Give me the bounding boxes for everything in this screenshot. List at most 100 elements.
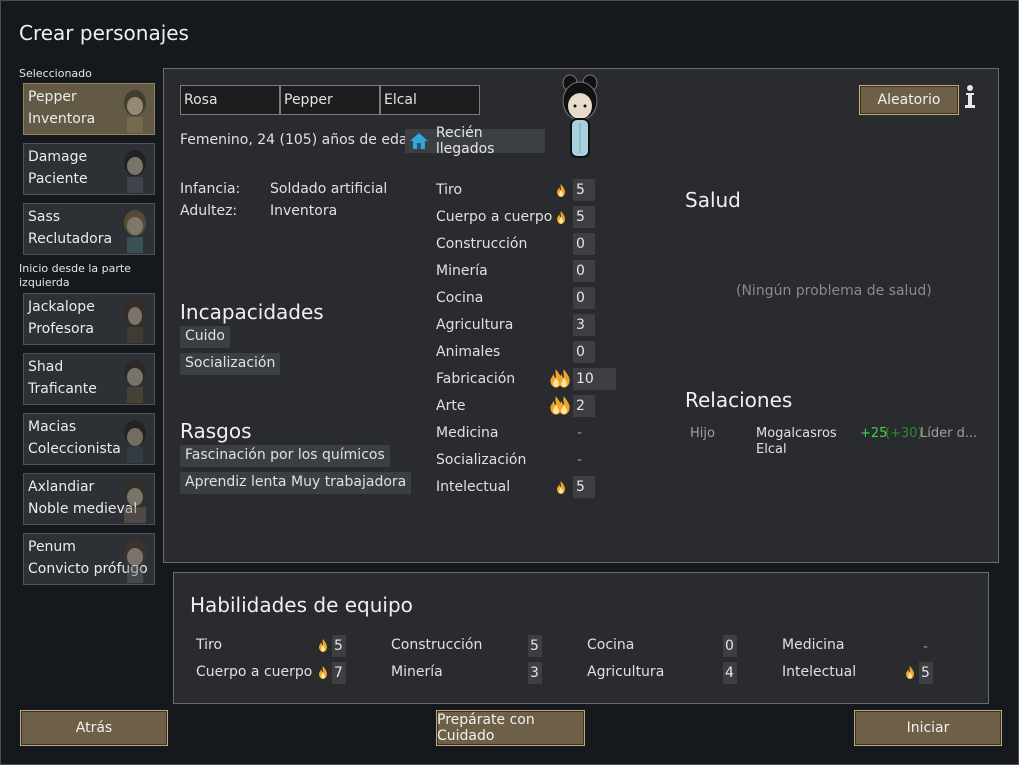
team-skill-value: 5 [528, 635, 542, 657]
info-icon[interactable] [963, 85, 977, 109]
pawn-name: Pepper [28, 89, 77, 105]
trait-tag[interactable]: Muy trabajadora [286, 472, 412, 494]
skill-value[interactable]: 5 [573, 476, 595, 498]
pawn-role: Traficante [28, 381, 97, 397]
skill-value[interactable]: 0 [573, 287, 595, 309]
incapacities-title: Incapacidades [180, 300, 324, 324]
team-skill-name: Tiro [196, 637, 223, 653]
pawn-role: Inventora [28, 111, 96, 127]
faction-button[interactable]: Recién llegados [405, 125, 545, 157]
team-skill-name: Construcción [391, 637, 483, 653]
major-passion-icon [549, 368, 571, 390]
pawn-name: Jackalope [28, 299, 95, 315]
team-skill-value: 4 [723, 662, 737, 684]
minor-passion-icon [556, 480, 566, 495]
skill-name: Socialización [436, 452, 527, 468]
pawn-card-axlandiar[interactable]: Axlandiar Noble medieval [23, 473, 155, 525]
relation-row[interactable]: Hijo Mogalcasros Elcal +25 (+30) Líder d… [685, 425, 985, 461]
pawn-name: Damage [28, 149, 88, 165]
skill-disabled-value: - [577, 452, 583, 468]
skill-value[interactable]: 10 [573, 368, 616, 390]
pawn-portrait-icon [124, 480, 146, 523]
skill-name: Agricultura [436, 317, 514, 333]
team-skill-name: Minería [391, 664, 443, 680]
trait-tag[interactable]: Fascinación por los químicos [180, 445, 390, 467]
pawn-portrait-icon [124, 210, 146, 253]
pawn-card-macias[interactable]: Macias Coleccionista [23, 413, 155, 465]
skill-name: Intelectual [436, 479, 511, 495]
house-icon [409, 133, 428, 149]
team-skill-name: Cocina [587, 637, 635, 653]
relation-name: Mogalcasros Elcal [756, 426, 837, 457]
skill-name: Minería [436, 263, 488, 279]
major-passion-icon [549, 395, 571, 417]
character-panel: Rosa Pepper Elcal Aleatorio Femenino, 24… [163, 68, 999, 563]
pawn-card-shad[interactable]: Shad Traficante [23, 353, 155, 405]
team-skill-value: 3 [528, 662, 542, 684]
pawn-card-damage[interactable]: Damage Paciente [23, 143, 155, 195]
team-skill-value: 5 [919, 662, 933, 684]
pawn-role: Profesora [28, 321, 94, 337]
skill-value[interactable]: 0 [573, 233, 595, 255]
pawn-role: Reclutadora [28, 231, 113, 247]
incapacity-tag[interactable]: Socialización [180, 353, 281, 375]
skill-value[interactable]: 5 [573, 179, 595, 201]
skill-value[interactable]: 3 [573, 314, 595, 336]
pawn-card-jackalope[interactable]: Jackalope Profesora [23, 293, 155, 345]
prepare-carefully-button[interactable]: Prepárate con Cuidado [436, 710, 585, 746]
team-skill-name: Agricultura [587, 664, 665, 680]
character-portrait [562, 74, 598, 158]
minor-passion-icon [318, 665, 328, 680]
team-skills-panel: Habilidades de equipo Tiro 5 Cuerpo a cuer… [173, 572, 989, 704]
team-skill-name: Cuerpo a cuerpo [196, 664, 313, 680]
incapacity-tag[interactable]: Cuido [180, 326, 230, 348]
start-button[interactable]: Iniciar [854, 710, 1002, 746]
skill-value[interactable]: 5 [573, 206, 595, 228]
relations-title: Relaciones [685, 388, 793, 412]
team-skill-value: 5 [332, 635, 346, 657]
relation-type: Hijo [690, 426, 715, 441]
pawn-card-penum[interactable]: Penum Convicto prófugo [23, 533, 155, 585]
skill-disabled-value: - [577, 425, 583, 441]
pawn-name: Penum [28, 539, 76, 555]
skill-value[interactable]: 0 [573, 260, 595, 282]
pawn-portrait-icon [124, 539, 146, 583]
back-button[interactable]: Atrás [20, 710, 168, 746]
create-characters-window: Crear personajes Seleccionado Pepper Inv… [0, 0, 1019, 765]
pawn-role: Coleccionista [28, 441, 121, 457]
randomize-button[interactable]: Aleatorio [859, 85, 959, 115]
minor-passion-icon [556, 210, 566, 225]
pawn-portrait-icon [124, 150, 146, 193]
pawn-portrait-icon [124, 360, 146, 403]
minor-passion-icon [905, 665, 915, 680]
last-name-field[interactable]: Elcal [380, 85, 480, 115]
childhood-value[interactable]: Soldado artificial [270, 181, 387, 197]
team-skill-value: 0 [723, 635, 737, 657]
skill-name: Medicina [436, 425, 499, 441]
pawn-name: Axlandiar [28, 479, 95, 495]
adulthood-value[interactable]: Inventora [270, 203, 337, 219]
pawn-card-sass[interactable]: Sass Reclutadora [23, 203, 155, 255]
skill-value[interactable]: 0 [573, 341, 595, 363]
team-skill-disabled-value: - [923, 639, 929, 655]
nick-name-field[interactable]: Pepper [280, 85, 380, 115]
pawn-name: Sass [28, 209, 61, 225]
trait-tag[interactable]: Aprendiz lenta [180, 472, 292, 494]
skill-name: Construcción [436, 236, 528, 252]
skill-name: Animales [436, 344, 501, 360]
skill-name: Fabricación [436, 371, 516, 387]
skill-name: Cuerpo a cuerpo [436, 209, 553, 225]
skill-name: Cocina [436, 290, 484, 306]
first-name-field[interactable]: Rosa [180, 85, 280, 115]
skill-name: Tiro [436, 182, 463, 198]
relation-opinion: +25 [860, 426, 888, 441]
childhood-label: Infancia: [180, 181, 241, 197]
pawn-portrait-icon [124, 298, 146, 343]
skill-value[interactable]: 2 [573, 395, 595, 417]
team-skill-name: Intelectual [782, 664, 857, 680]
team-skill-value: 7 [332, 662, 346, 684]
relation-note: Líder d... [920, 426, 978, 441]
skill-name: Arte [436, 398, 466, 414]
pawn-card-pepper[interactable]: Pepper Inventora [23, 83, 155, 135]
team-skills-title: Habilidades de equipo [190, 593, 413, 617]
